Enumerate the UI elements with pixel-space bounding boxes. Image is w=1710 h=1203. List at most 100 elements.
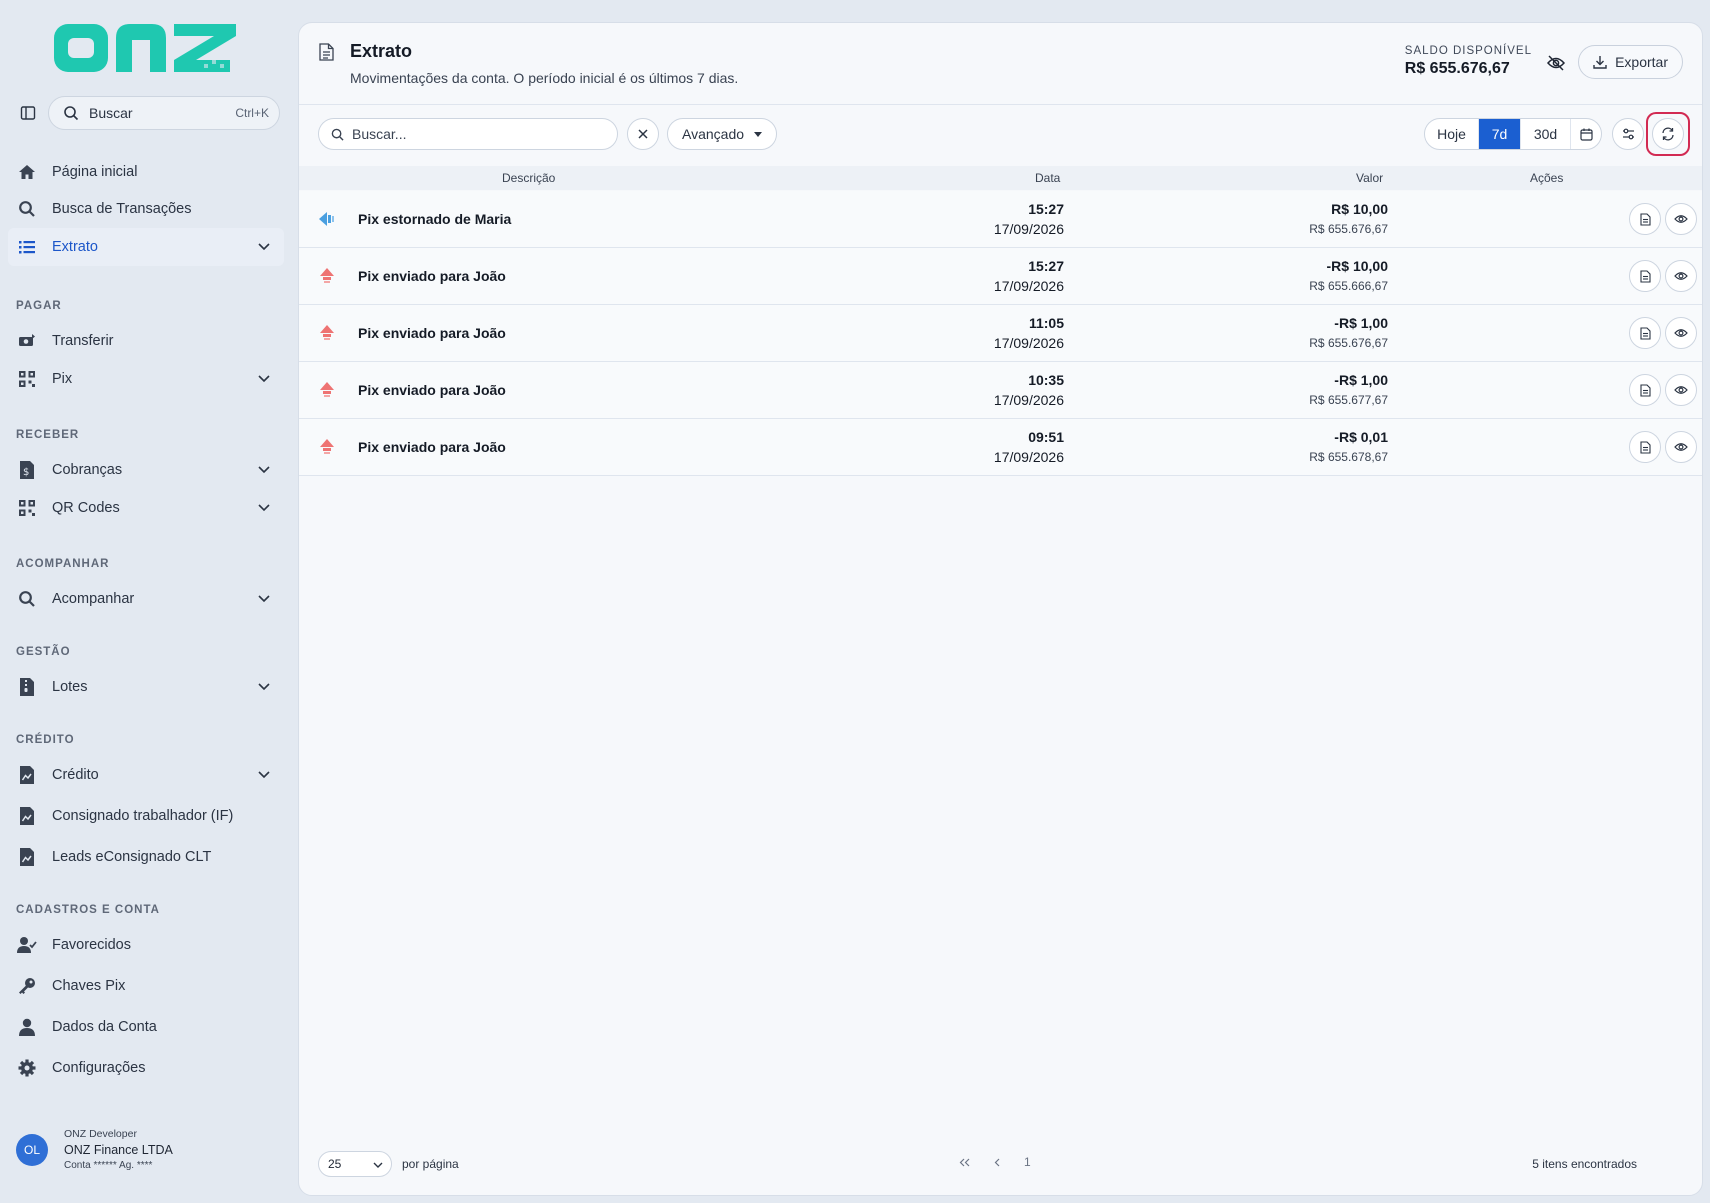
receipt-icon: [1639, 440, 1651, 454]
period-30d-button[interactable]: 30d: [1521, 119, 1571, 149]
sidebar-item-label: Acompanhar: [52, 591, 135, 607]
calendar-button[interactable]: [1571, 119, 1601, 149]
first-page-icon[interactable]: [959, 1158, 970, 1167]
chevron-down-icon: [254, 498, 274, 518]
table-row[interactable]: Pix estornado de Maria 15:27 17/09/2026 …: [299, 191, 1702, 248]
arrow-out-icon: [318, 267, 336, 290]
export-button[interactable]: Exportar: [1578, 45, 1683, 79]
row-amount: R$ 10,00: [1331, 201, 1388, 217]
svg-text:$: $: [23, 467, 29, 478]
filters-button[interactable]: [1612, 118, 1644, 150]
eye-off-icon[interactable]: [1546, 55, 1566, 76]
receipt-button[interactable]: [1629, 374, 1661, 406]
view-details-button[interactable]: [1665, 203, 1697, 235]
caret-down-icon: [754, 131, 763, 137]
column-acoes: Ações: [1530, 171, 1564, 185]
column-data[interactable]: Data: [1035, 171, 1060, 185]
search-icon: [16, 588, 38, 610]
sidebar-search-row: Buscar Ctrl+K: [16, 96, 280, 130]
sidebar-search-input[interactable]: Buscar Ctrl+K: [48, 96, 280, 130]
period-7d-button[interactable]: 7d: [1479, 119, 1521, 149]
sidebar-item-label: Leads eConsignado CLT: [52, 849, 212, 865]
row-description: Pix enviado para João: [358, 325, 506, 341]
money-transfer-icon: [16, 330, 38, 352]
row-description: Pix estornado de Maria: [358, 211, 512, 227]
sidebar-item-consignado[interactable]: Consignado trabalhador (IF): [8, 797, 284, 835]
sidebar-item-credito[interactable]: Crédito: [8, 756, 284, 794]
sidebar-item-favorecidos[interactable]: Favorecidos: [8, 926, 284, 964]
view-details-button[interactable]: [1665, 374, 1697, 406]
chevron-down-icon: [254, 460, 274, 480]
table-row[interactable]: Pix enviado para João 09:51 17/09/2026 -…: [299, 419, 1702, 476]
sidebar-item-chaves-pix[interactable]: Chaves Pix: [8, 967, 284, 1005]
user-account-block[interactable]: OL ONZ Developer ONZ Finance LTDA Conta …: [16, 1128, 173, 1171]
sidebar-item-dados-conta[interactable]: Dados da Conta: [8, 1008, 284, 1046]
period-hoje-button[interactable]: Hoje: [1425, 119, 1479, 149]
advanced-filter-button[interactable]: Avançado: [667, 118, 778, 150]
user-info: ONZ Developer ONZ Finance LTDA Conta ***…: [64, 1128, 173, 1171]
sidebar-item-pix[interactable]: Pix: [8, 360, 284, 398]
receipt-icon: [1639, 269, 1651, 283]
qr-grid-icon: [16, 368, 38, 390]
results-count: 5 itens encontrados: [1532, 1157, 1637, 1171]
main-panel: Extrato Movimentações da conta. O períod…: [298, 22, 1703, 1196]
sidebar-item-label: Consignado trabalhador (IF): [52, 808, 234, 824]
receipt-button[interactable]: [1629, 260, 1661, 292]
sidebar-item-configuracoes[interactable]: Configurações: [8, 1049, 284, 1087]
page-header: Extrato Movimentações da conta. O períod…: [299, 23, 1702, 105]
arrow-out-icon: [318, 381, 336, 404]
refresh-icon: [1662, 127, 1674, 141]
sidebar-item-leads-econsignado[interactable]: Leads eConsignado CLT: [8, 838, 284, 876]
sidebar-item-pagina-inicial[interactable]: Página inicial: [8, 153, 284, 191]
sidebar-item-busca-transacoes[interactable]: Busca de Transações: [8, 190, 284, 228]
balance-value: R$ 655.676,67: [1404, 60, 1510, 77]
receipt-button[interactable]: [1629, 317, 1661, 349]
sidebar-toggle-icon[interactable]: [16, 101, 40, 125]
receipt-button[interactable]: [1629, 203, 1661, 235]
view-details-button[interactable]: [1665, 260, 1697, 292]
refresh-button[interactable]: [1652, 118, 1684, 150]
sidebar-search-shortcut: Ctrl+K: [235, 106, 269, 120]
page-size-value: 25: [328, 1157, 342, 1171]
user-account: Conta ****** Ag. ****: [64, 1160, 153, 1171]
sidebar-item-lotes[interactable]: Lotes: [8, 668, 284, 706]
filter-toolbar: Avançado Hoje 7d 30d: [299, 106, 1702, 166]
table-row[interactable]: Pix enviado para João 15:27 17/09/2026 -…: [299, 248, 1702, 305]
avatar: OL: [16, 1133, 48, 1166]
sidebar-item-qr-codes[interactable]: QR Codes: [8, 489, 284, 527]
row-date: 17/09/2026: [993, 278, 1064, 294]
row-balance: R$ 655.676,67: [1309, 222, 1388, 236]
key-icon: [16, 975, 38, 997]
table-row[interactable]: Pix enviado para João 10:35 17/09/2026 -…: [299, 362, 1702, 419]
sidebar-item-extrato[interactable]: Extrato: [8, 228, 284, 266]
table-row[interactable]: Pix enviado para João 11:05 17/09/2026 -…: [299, 305, 1702, 362]
column-valor[interactable]: Valor: [1356, 171, 1383, 185]
sidebar-item-cobrancas[interactable]: $ Cobranças: [8, 451, 284, 489]
page-subtitle: Movimentações da conta. O período inicia…: [350, 70, 739, 86]
page-number[interactable]: 1: [1024, 1155, 1031, 1169]
row-description: Pix enviado para João: [358, 382, 506, 398]
download-icon: [1593, 56, 1607, 69]
clear-search-button[interactable]: [627, 118, 659, 150]
sidebar-item-acompanhar[interactable]: Acompanhar: [8, 580, 284, 618]
sidebar-item-label: Pix: [52, 371, 73, 387]
page-size-select[interactable]: 25: [318, 1151, 392, 1177]
view-details-button[interactable]: [1665, 317, 1697, 349]
onz-logo[interactable]: [54, 20, 236, 76]
prev-page-icon[interactable]: [994, 1158, 1000, 1167]
search-field[interactable]: [318, 118, 618, 150]
search-input[interactable]: [352, 126, 592, 142]
sidebar-item-label: Favorecidos: [52, 937, 131, 953]
calendar-icon: [1579, 128, 1593, 141]
search-icon: [16, 198, 38, 220]
sidebar-item-transferir[interactable]: Transferir: [8, 322, 284, 360]
receipt-button[interactable]: [1629, 431, 1661, 463]
view-details-button[interactable]: [1665, 431, 1697, 463]
sidebar-item-label: Lotes: [52, 679, 88, 695]
sidebar-item-label: Cobranças: [52, 462, 123, 478]
sidebar-item-label: Transferir: [52, 333, 114, 349]
arrow-out-icon: [318, 324, 336, 347]
column-descricao[interactable]: Descrição: [502, 171, 555, 185]
period-selector: Hoje 7d 30d: [1424, 118, 1602, 150]
receipt-icon: [1639, 326, 1651, 340]
